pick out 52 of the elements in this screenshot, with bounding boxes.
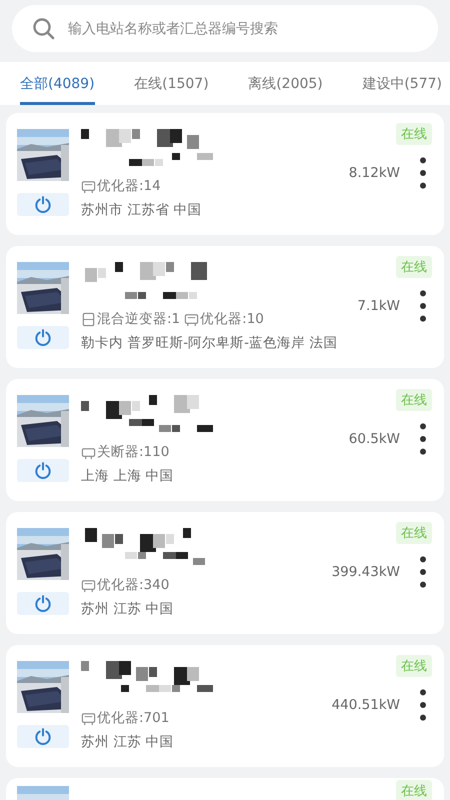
device-count: 优化器:14	[97, 177, 161, 195]
tab[interactable]: 离线(2005)	[248, 62, 323, 105]
power-icon	[33, 460, 53, 480]
station-location: 苏州 江苏 中国	[81, 733, 175, 751]
station-card[interactable]: 优化器:340 苏州 江苏 中国 在线 399.43kW	[6, 512, 444, 634]
search-field[interactable]: 输入电站名称或者汇总器编号搜索	[12, 5, 438, 52]
power-button[interactable]	[17, 459, 69, 482]
status-badge: 在线	[396, 123, 432, 145]
station-power: 399.43kW	[332, 564, 400, 580]
device-count: 优化器:340	[97, 576, 170, 594]
station-power: 60.5kW	[348, 431, 400, 447]
power-icon	[33, 594, 53, 614]
device-count: 优化器:10	[200, 310, 264, 328]
device-count: 关断器:110	[97, 443, 170, 461]
status-badge: 在线	[396, 256, 432, 278]
power-icon	[33, 194, 53, 214]
power-button[interactable]	[17, 592, 69, 615]
more-icon[interactable]	[418, 421, 428, 457]
power-icon	[33, 726, 53, 746]
station-location: 苏州 江苏 中国	[81, 600, 175, 618]
power-button[interactable]	[17, 193, 69, 216]
tab[interactable]: 建设中(577)	[362, 62, 442, 105]
more-icon[interactable]	[418, 687, 428, 723]
optimizer-icon	[184, 312, 200, 326]
inverter-icon	[81, 312, 96, 326]
more-icon[interactable]	[418, 288, 428, 324]
more-icon[interactable]	[418, 155, 428, 191]
station-card[interactable]: 关断器:110 上海 上海 中国 在线 60.5kW	[6, 379, 444, 501]
status-badge: 在线	[396, 655, 432, 677]
station-card[interactable]: 优化器:701 苏州 江苏 中国 在线 440.51kW	[6, 645, 444, 767]
station-location: 勒卡内 普罗旺斯-阿尔卑斯-蓝色海岸 法国	[81, 334, 338, 352]
station-location: 上海 上海 中国	[81, 467, 175, 485]
device-count: 混合逆变器:1	[97, 310, 180, 328]
station-power: 7.1kW	[357, 298, 400, 314]
optimizer-icon	[81, 578, 96, 592]
optimizer-icon	[81, 710, 96, 726]
station-card[interactable]: 优化器:14 苏州市 江苏省 中国 在线 8.12kW	[6, 113, 444, 235]
tab[interactable]: 在线(1507)	[134, 62, 209, 105]
tab[interactable]: 全部(4089)	[20, 62, 95, 105]
power-icon	[33, 328, 53, 348]
station-card[interactable]: 混合逆变器:1 优化器:10 勒卡内 普罗旺斯-阿尔卑斯-蓝色海岸 法国 在线 7.1kW	[6, 246, 444, 368]
status-badge: 在线	[396, 522, 432, 544]
status-badge: 在线	[396, 389, 432, 411]
station-power: 440.51kW	[332, 697, 400, 713]
device-count: 优化器:701	[97, 709, 170, 727]
station-location: 苏州市 江苏省 中国	[81, 201, 203, 219]
station-power: 8.12kW	[348, 165, 400, 181]
power-button[interactable]	[17, 725, 69, 748]
status-badge: 在线	[396, 780, 432, 800]
optimizer-icon	[81, 178, 96, 194]
power-button[interactable]	[17, 326, 69, 349]
more-icon[interactable]	[418, 554, 428, 590]
